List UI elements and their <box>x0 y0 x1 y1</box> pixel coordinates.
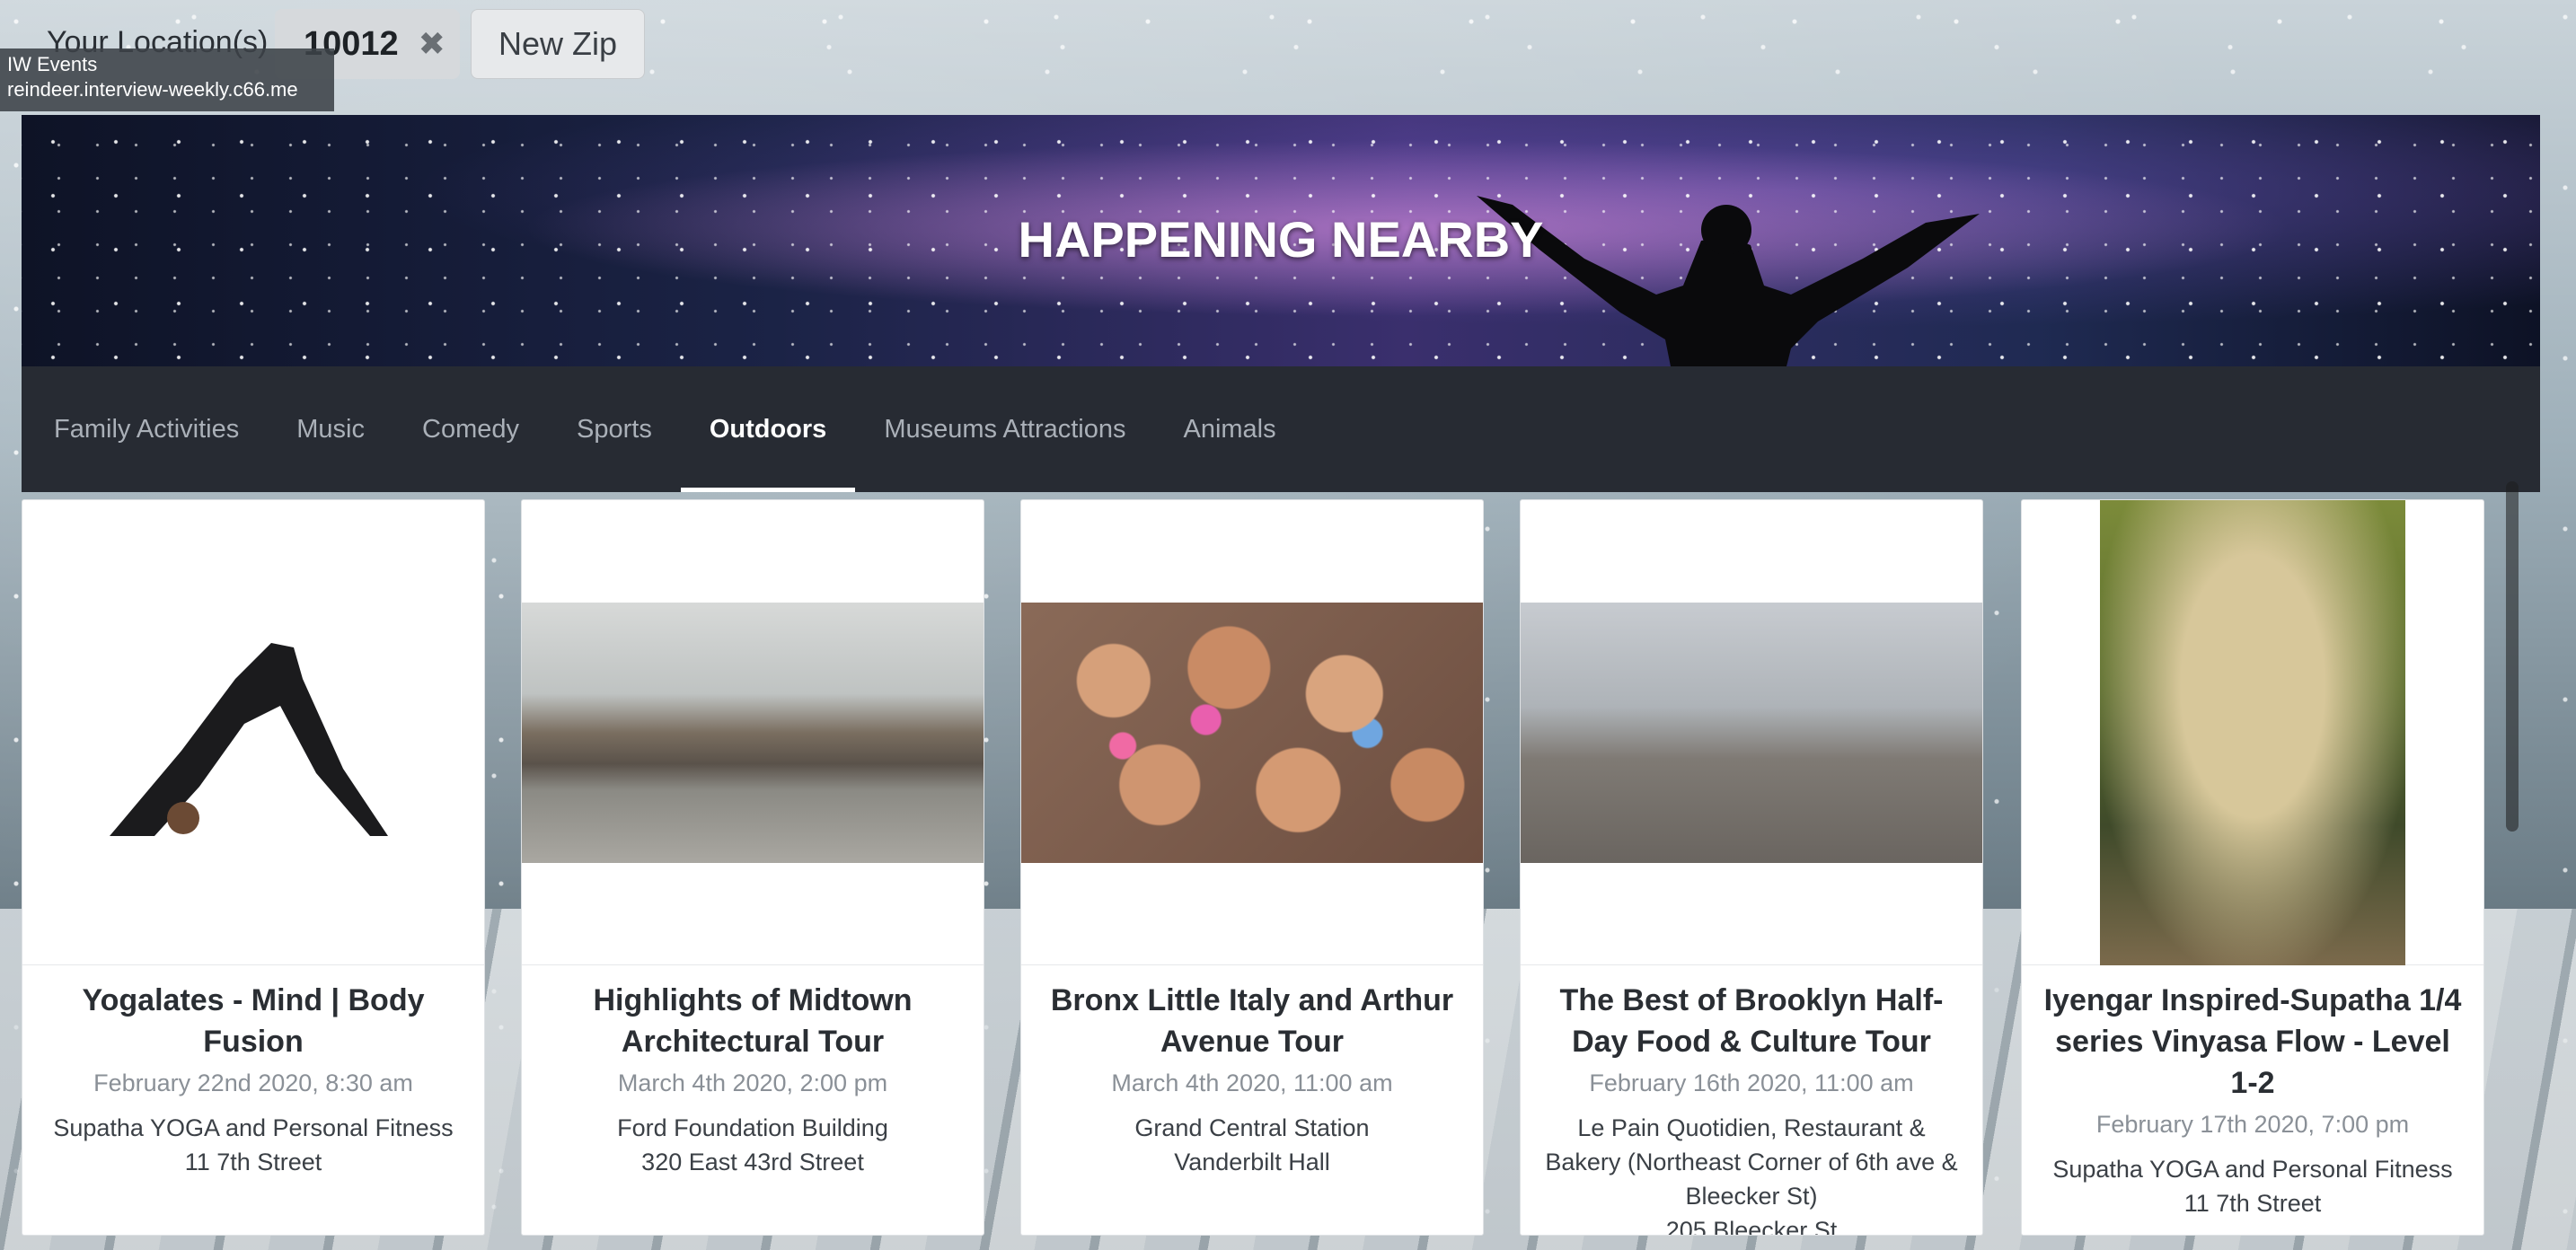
event-venue: Grand Central Station <box>1134 1114 1370 1141</box>
event-venue: Supatha YOGA and Personal Fitness <box>53 1114 454 1141</box>
hero-banner: HAPPENING NEARBY <box>22 115 2540 366</box>
nav-item-sports[interactable]: Sports <box>548 366 681 492</box>
event-address: Vanderbilt Hall <box>1174 1149 1330 1175</box>
event-date: March 4th 2020, 2:00 pm <box>617 1070 888 1096</box>
event-title[interactable]: The Best of Brooklyn Half-Day Food & Cul… <box>1540 980 1963 1062</box>
nav-item-museums-attractions[interactable]: Museums Attractions <box>855 366 1154 492</box>
event-card[interactable]: The Best of Brooklyn Half-Day Food & Cul… <box>1520 499 1983 1236</box>
vertical-scrollbar[interactable] <box>2506 481 2519 832</box>
event-image <box>2022 500 2483 965</box>
event-venue: Supatha YOGA and Personal Fitness <box>2052 1156 2453 1183</box>
event-title[interactable]: Highlights of Midtown Architectural Tour <box>542 980 964 1062</box>
event-venue: Ford Foundation Building <box>617 1114 888 1141</box>
event-address: 320 East 43rd Street <box>641 1149 864 1175</box>
event-card[interactable]: Iyengar Inspired-Supatha 1/4 series Viny… <box>2021 499 2484 1236</box>
event-card[interactable]: Yogalates - Mind | Body Fusion February … <box>22 499 485 1236</box>
event-title[interactable]: Bronx Little Italy and Arthur Avenue Tou… <box>1041 980 1463 1062</box>
hero-title: HAPPENING NEARBY <box>1018 211 1544 268</box>
event-card[interactable]: Bronx Little Italy and Arthur Avenue Tou… <box>1020 499 1484 1236</box>
event-date: March 4th 2020, 11:00 am <box>1111 1070 1393 1096</box>
event-cards: Yogalates - Mind | Body Fusion February … <box>22 499 2501 1250</box>
event-image <box>22 500 484 965</box>
event-image <box>1521 500 1982 965</box>
yoga-outdoor-image <box>2100 500 2405 965</box>
nav-item-animals[interactable]: Animals <box>1154 366 1304 492</box>
event-card[interactable]: Highlights of Midtown Architectural Tour… <box>521 499 984 1236</box>
nav-item-music[interactable]: Music <box>268 366 393 492</box>
event-title[interactable]: Yogalates - Mind | Body Fusion <box>42 980 464 1062</box>
event-date: February 17th 2020, 7:00 pm <box>2095 1111 2410 1138</box>
nav-item-family-activities[interactable]: Family Activities <box>54 366 268 492</box>
event-title[interactable]: Iyengar Inspired-Supatha 1/4 series Viny… <box>2042 980 2464 1104</box>
event-address: 11 7th Street <box>184 1149 322 1175</box>
event-image <box>1021 500 1483 965</box>
pastries-image <box>1021 602 1483 863</box>
event-date: February 22nd 2020, 8:30 am <box>93 1070 413 1096</box>
tooltip-title: IW Events <box>7 53 98 75</box>
event-date: February 16th 2020, 11:00 am <box>1589 1070 1914 1096</box>
nav-item-comedy[interactable]: Comedy <box>393 366 548 492</box>
event-address: 205 Bleecker St <box>1665 1217 1838 1236</box>
event-venue: Le Pain Quotidien, Restaurant & Bakery (… <box>1545 1114 1958 1210</box>
tooltip-url: reindeer.interview-weekly.c66.me <box>7 78 298 101</box>
new-zip-button[interactable]: New Zip <box>471 9 645 79</box>
remove-zip-icon[interactable]: ✖ <box>419 25 446 63</box>
city-skyline-image <box>522 602 984 863</box>
nav-item-outdoors[interactable]: Outdoors <box>680 366 856 492</box>
event-address: 11 7th Street <box>2183 1190 2322 1217</box>
yoga-pose-image <box>101 615 406 849</box>
event-image <box>522 500 984 965</box>
category-nav: Family Activities Music Comedy Sports Ou… <box>22 366 2540 492</box>
brooklyn-street-image <box>1521 602 1982 863</box>
link-tooltip: IW Events reindeer.interview-weekly.c66.… <box>0 48 334 111</box>
